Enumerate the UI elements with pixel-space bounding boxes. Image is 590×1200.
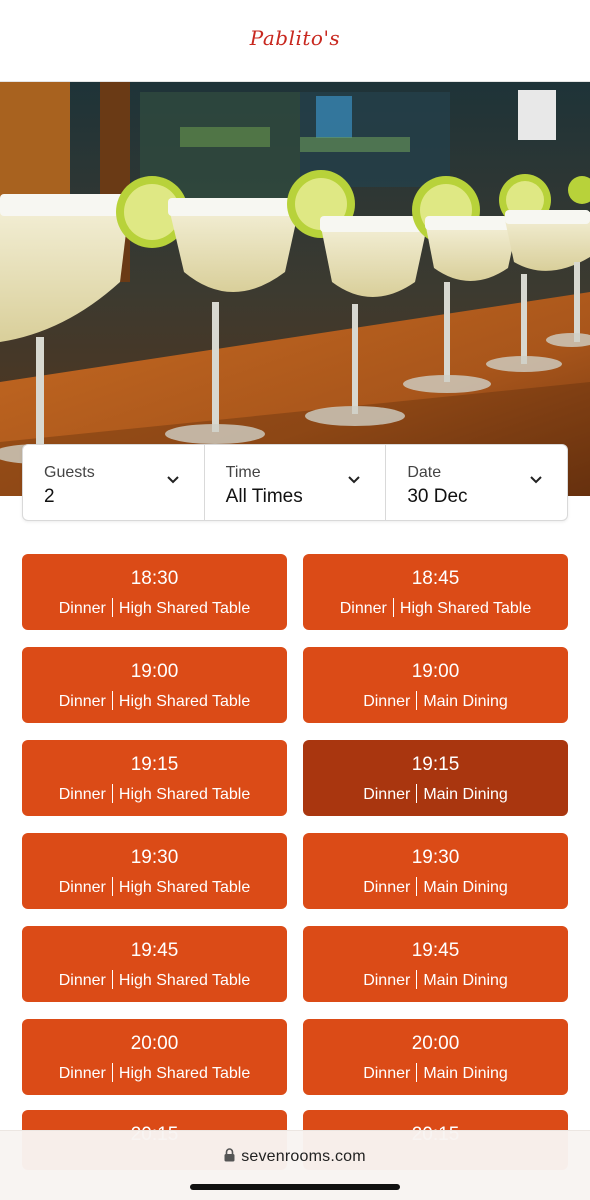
slot-separator (111, 877, 113, 896)
slot-area: Main Dining (423, 879, 508, 896)
slot-area: Main Dining (423, 786, 508, 803)
time-slot-grid: 18:30 Dinner High Shared Table 18:45 Dinn… (22, 554, 568, 1095)
slot-meal: Dinner (58, 1065, 106, 1082)
slot-time: 19:30 (411, 847, 460, 868)
slot-area: High Shared Table (118, 786, 251, 803)
time-slot-button[interactable]: 19:45 Dinner Main Dining (303, 926, 568, 1002)
slot-time: 18:30 (130, 568, 179, 589)
date-label: Date (407, 464, 442, 481)
slot-time: 19:00 (411, 661, 460, 682)
time-slot-button[interactable]: 19:00 Dinner Main Dining (303, 647, 568, 723)
date-selector[interactable]: Date 30 Dec (386, 445, 567, 520)
time-slot-button[interactable]: 19:15 Dinner High Shared Table (22, 740, 287, 816)
slot-separator (416, 970, 418, 989)
time-label: Time (225, 464, 261, 481)
slot-separator (111, 784, 113, 803)
chevron-down-icon (530, 476, 542, 484)
browser-url-bar[interactable]: sevenrooms.com (0, 1130, 590, 1200)
slot-separator (111, 970, 113, 989)
time-slot-button[interactable]: 19:45 Dinner High Shared Table (22, 926, 287, 1002)
slot-time: 19:45 (130, 940, 179, 961)
slot-meal: Dinner (339, 600, 387, 617)
slot-area: Main Dining (423, 972, 508, 989)
slot-meal: Dinner (363, 1065, 411, 1082)
slot-area: High Shared Table (118, 1065, 251, 1082)
slot-time: 19:15 (130, 754, 179, 775)
slot-area: Main Dining (423, 1065, 508, 1082)
date-value: 30 Dec (407, 486, 468, 507)
slot-time: 19:30 (130, 847, 179, 868)
time-slot-button[interactable]: 19:30 Dinner Main Dining (303, 833, 568, 909)
lock-icon (224, 1148, 235, 1162)
chevron-down-icon (166, 476, 179, 484)
slot-area: High Shared Table (399, 600, 532, 617)
chevron-down-icon (348, 476, 361, 484)
margarita-photo (0, 82, 590, 496)
slot-separator (111, 691, 113, 710)
slot-meal: Dinner (58, 972, 106, 989)
slot-meal: Dinner (58, 600, 106, 617)
time-value: All Times (225, 486, 303, 507)
hero-image (0, 82, 590, 496)
slot-separator (416, 877, 418, 896)
url-text: sevenrooms.com (241, 1148, 366, 1165)
guests-selector[interactable]: Guests 2 (23, 445, 205, 520)
time-slot-button[interactable]: 20:00 Dinner Main Dining (303, 1019, 568, 1095)
slot-separator (111, 598, 113, 617)
slot-separator (416, 784, 418, 803)
slot-area: High Shared Table (118, 879, 251, 896)
time-slot-button-selected[interactable]: 19:15 Dinner Main Dining (303, 740, 568, 816)
slot-separator (111, 1063, 113, 1082)
guests-label: Guests (44, 464, 95, 481)
slot-meal: Dinner (363, 972, 411, 989)
slot-time: 20:00 (411, 1033, 460, 1054)
time-slot-button[interactable]: 18:45 Dinner High Shared Table (303, 554, 568, 630)
slot-meal: Dinner (363, 786, 411, 803)
time-slot-button[interactable]: 20:00 Dinner High Shared Table (22, 1019, 287, 1095)
slot-time: 19:45 (411, 940, 460, 961)
restaurant-logo[interactable]: Pablito's (250, 26, 340, 50)
slot-separator (392, 598, 394, 617)
time-slot-button[interactable]: 19:30 Dinner High Shared Table (22, 833, 287, 909)
url-display[interactable]: sevenrooms.com (0, 1148, 590, 1166)
booking-filters: Guests 2 Time All Times Date 30 Dec (22, 444, 568, 521)
time-slot-button[interactable]: 19:00 Dinner High Shared Table (22, 647, 287, 723)
slot-area: High Shared Table (118, 972, 251, 989)
header: Pablito's (0, 0, 590, 82)
slot-meal: Dinner (58, 879, 106, 896)
home-indicator[interactable] (190, 1184, 400, 1190)
slot-meal: Dinner (363, 693, 411, 710)
slot-area: High Shared Table (118, 600, 251, 617)
slot-time: 18:45 (411, 568, 460, 589)
slot-separator (416, 1063, 418, 1082)
slot-area: High Shared Table (118, 693, 251, 710)
guests-value: 2 (44, 486, 55, 507)
time-selector[interactable]: Time All Times (205, 445, 387, 520)
slot-time: 19:15 (411, 754, 460, 775)
slot-meal: Dinner (363, 879, 411, 896)
time-slot-button[interactable]: 18:30 Dinner High Shared Table (22, 554, 287, 630)
slot-time: 19:00 (130, 661, 179, 682)
slot-separator (416, 691, 418, 710)
slot-meal: Dinner (58, 786, 106, 803)
slot-time: 20:00 (130, 1033, 179, 1054)
slot-area: Main Dining (423, 693, 508, 710)
slot-meal: Dinner (58, 693, 106, 710)
